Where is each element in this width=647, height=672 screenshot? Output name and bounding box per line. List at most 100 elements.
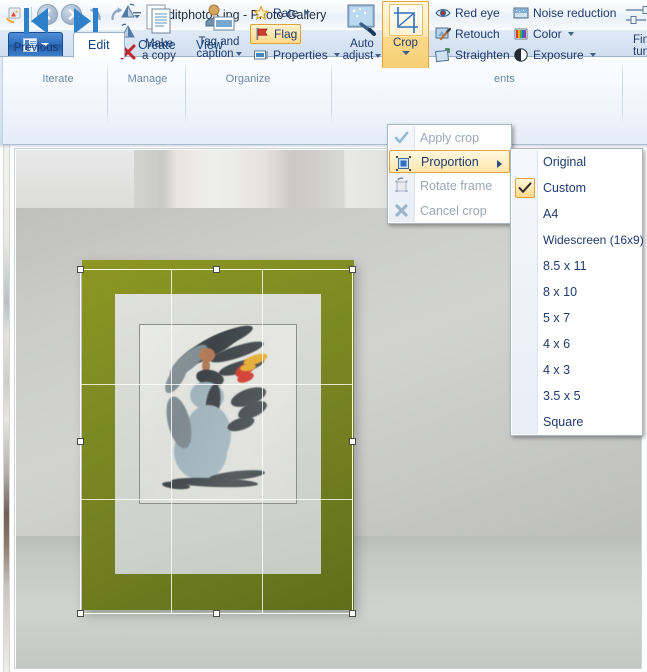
proportion-item-custom[interactable]: Custom [511,175,642,201]
make-a-copy-button[interactable]: Make a copy [134,2,184,66]
group-label-manage: Manage [127,73,168,85]
proportion-item-4x3[interactable]: 4 x 3 [511,357,642,383]
ribbon-group-fine-tune: Fin tun [626,0,647,88]
photo-door [134,150,344,210]
fine-tune-label-line1: Fin [633,34,647,46]
proportion-item-4x6[interactable]: 4 x 6 [511,331,642,357]
menu-item-cancel-crop[interactable]: Cancel crop [388,198,511,223]
crop-grid-horizontal-2 [81,498,352,500]
retouch-label: Retouch [455,27,500,41]
crop-grid-vertical-1 [171,270,173,613]
straighten-icon [434,47,451,63]
proportion-item-3-5x5-label: 3.5 x 5 [543,389,581,403]
menu-item-proportion-label: Proportion [421,154,479,169]
ribbon-group-organize: Tag and caption Rate Flag Properties Org… [188,0,340,88]
menu-item-rotate-frame-label: Rotate frame [420,178,493,193]
proportion-item-original[interactable]: Original [511,149,642,175]
proportion-item-8x10[interactable]: 8 x 10 [511,279,642,305]
chevron-down-icon [304,11,311,15]
proportion-icon [395,155,412,172]
auto-adjust-label-line1: Auto [350,38,374,50]
red-eye-button[interactable]: Red eye [432,3,503,23]
proportion-item-8x10-label: 8 x 10 [543,285,578,299]
chevron-down-icon [375,54,382,58]
crop-handle-bottom-left[interactable] [77,610,84,617]
previous-button[interactable]: Previous [10,2,62,66]
crop-selection-overlay[interactable] [77,266,356,617]
proportion-item-8-5x11-label: 8.5 x 11 [543,259,587,273]
red-eye-label: Red eye [455,6,500,20]
crop-handle-bottom-right[interactable] [349,610,356,617]
ribbon-group-adjustments: Auto adjust Red eye Retouch Straighten N… [334,0,624,88]
exposure-label: Exposure [533,48,584,62]
chevron-down-icon [567,32,574,36]
tag-and-caption-button[interactable]: Tag and caption [188,2,250,66]
crop-handle-middle-left[interactable] [77,437,84,445]
proportion-item-square[interactable]: Square [511,409,642,435]
color-icon [513,26,529,42]
fine-tune-button[interactable]: Fin tun [626,2,647,66]
proportion-item-8-5x11[interactable]: 8.5 x 11 [511,253,642,279]
auto-adjust-button[interactable]: Auto adjust [336,2,388,66]
proportion-item-4x6-label: 4 x 6 [543,337,571,351]
checked-indicator [515,178,535,198]
group-separator-1 [107,62,108,124]
tag-caption-icon [205,4,235,31]
previous-icon [24,8,48,34]
crop-handle-top-right[interactable] [349,266,356,273]
filmstrip-previous-thumbnail[interactable] [3,145,10,672]
crop-grid-vertical-2 [261,270,263,613]
menu-item-apply-crop-label: Apply crop [420,130,480,145]
menu-item-rotate-frame[interactable]: Rotate frame [388,173,511,198]
chevron-right-icon [497,160,502,168]
copy-icon [146,4,171,34]
crop-dropdown-menu: Apply crop Proportion Rotate frame Cance… [387,124,512,224]
proportion-item-a4[interactable]: A4 [511,201,642,227]
crop-handle-top-center[interactable] [212,266,220,273]
proportion-submenu: Original Custom A4 Widescreen (16x9) 8.5… [510,148,644,436]
group-separator-3 [331,62,332,124]
make-a-copy-label-line1: Make [144,38,174,50]
rate-button[interactable]: Rate [250,3,313,23]
crop-handle-top-left[interactable] [77,266,84,273]
crop-handle-middle-right[interactable] [349,437,356,445]
menu-item-apply-crop[interactable]: Apply crop [388,125,511,150]
noise-reduction-button[interactable]: Noise reduction [510,3,619,23]
tag-and-caption-label-text: caption [196,48,234,60]
tag-and-caption-label-line2: caption [196,48,242,60]
crop-handle-bottom-center[interactable] [212,610,220,617]
tag-and-caption-label-line1: Tag and [198,36,240,48]
crop-button[interactable]: Crop [382,1,429,68]
proportion-item-widescreen-label: Widescreen (16x9) [543,233,644,247]
star-icon [253,5,269,21]
straighten-button[interactable]: Straighten [432,45,513,65]
red-eye-icon [435,5,451,21]
group-separator-2 [185,62,186,124]
proportion-item-5x7[interactable]: 5 x 7 [511,305,642,331]
tab-edit[interactable]: Edit [73,32,125,58]
exposure-button[interactable]: Exposure [510,45,599,65]
proportion-item-a4-label: A4 [543,207,559,221]
properties-button[interactable]: Properties [250,45,343,65]
noise-reduction-icon [513,5,529,21]
auto-adjust-label-line2: adjust [343,50,382,62]
previous-label: Previous [13,42,59,54]
retouch-button[interactable]: Retouch [432,24,503,44]
photo-gallery-window: editphoto3.jpg - Photo Gallery Edit Crea… [0,0,647,672]
group-separator-4 [622,62,623,124]
proportion-item-widescreen[interactable]: Widescreen (16x9) [511,227,644,253]
flag-button[interactable]: Flag [250,24,302,44]
cancel-crop-icon [393,202,410,219]
proportion-item-3-5x5[interactable]: 3.5 x 5 [511,383,642,409]
chevron-down-icon [589,53,596,57]
auto-adjust-label-text: adjust [342,50,374,62]
menu-item-proportion[interactable]: Proportion [389,150,510,173]
crop-label: Crop [393,37,418,49]
flag-icon [254,26,270,42]
properties-icon [253,47,269,63]
checkmark-icon [393,129,410,146]
straighten-label: Straighten [455,48,510,62]
group-label-iterate: Iterate [42,73,74,85]
proportion-item-custom-label: Custom [543,181,587,195]
color-button[interactable]: Color [510,24,577,44]
